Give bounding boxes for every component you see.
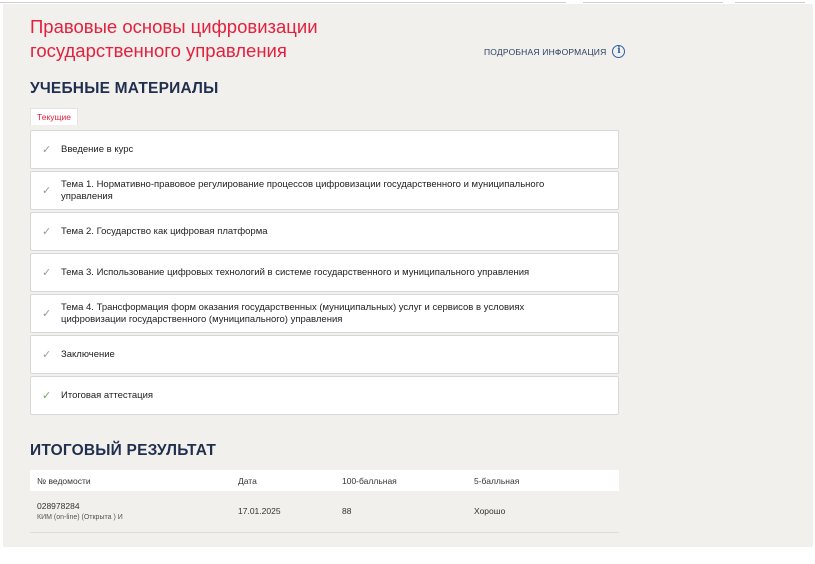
more-info-label: ПОДРОБНАЯ ИНФОРМАЦИЯ <box>484 46 607 57</box>
top-field-right <box>735 0 805 3</box>
doc-number-cell: 028978284 КИМ (on-line) (Открыта ) И <box>30 491 231 533</box>
check-icon: ✓ <box>42 226 52 238</box>
material-item-label: Тема 2. Государство как цифровая платфор… <box>61 225 268 237</box>
material-item-topic-1[interactable]: ✓ Тема 1. Нормативно-правовое регулирова… <box>30 171 619 210</box>
top-field-left <box>0 0 566 3</box>
material-item-label: Введение в курс <box>61 143 134 155</box>
material-item-conclusion[interactable]: ✓ Заключение <box>30 335 619 374</box>
top-field-middle <box>583 0 723 3</box>
material-item-label: Тема 1. Нормативно-правовое регулировани… <box>61 178 545 202</box>
course-page: Правовые основы цифровизации государстве… <box>3 4 813 547</box>
tab-current[interactable]: Текущие <box>30 108 78 125</box>
materials-list: ✓ Введение в курс ✓ Тема 1. Нормативно-п… <box>30 130 619 417</box>
doc-subtitle: КИМ (on-line) (Открыта ) И <box>37 514 123 522</box>
score5-cell: Хорошо <box>467 491 619 533</box>
more-info-link[interactable]: ПОДРОБНАЯ ИНФОРМАЦИЯ i <box>484 45 626 58</box>
check-icon: ✓ <box>42 390 52 402</box>
materials-heading: УЧЕБНЫЕ МАТЕРИАЛЫ <box>30 80 219 97</box>
info-circle-icon[interactable]: i <box>612 45 626 58</box>
material-item-label: Тема 4. Трансформация форм оказания госу… <box>61 301 525 325</box>
table-row: 028978284 КИМ (on-line) (Открыта ) И 17.… <box>30 491 619 533</box>
score100-cell: 88 <box>335 491 467 533</box>
check-icon: ✓ <box>42 267 52 279</box>
column-header: Дата <box>231 470 335 491</box>
doc-number: 028978284 <box>37 501 80 512</box>
result-table: № ведомости Дата 100-балльная 5-балльная… <box>30 470 619 533</box>
material-item-topic-3[interactable]: ✓ Тема 3. Использование цифровых техноло… <box>30 253 619 292</box>
column-header: № ведомости <box>30 470 231 491</box>
column-header: 5-балльная <box>467 470 619 491</box>
check-icon: ✓ <box>42 185 52 197</box>
material-item-label: Тема 3. Использование цифровых технологи… <box>61 266 530 278</box>
material-item-topic-4[interactable]: ✓ Тема 4. Трансформация форм оказания го… <box>30 294 619 333</box>
material-item-final-exam[interactable]: ✓ Итоговая аттестация <box>30 376 619 415</box>
material-item-label: Заключение <box>61 348 115 360</box>
material-item-label: Итоговая аттестация <box>61 389 154 401</box>
result-heading: ИТОГОВЫЙ РЕЗУЛЬТАТ <box>30 442 217 459</box>
check-icon: ✓ <box>42 308 52 320</box>
material-item-intro[interactable]: ✓ Введение в курс <box>30 130 619 169</box>
check-icon: ✓ <box>42 349 52 361</box>
course-title: Правовые основы цифровизации государстве… <box>30 16 318 61</box>
date-cell: 17.01.2025 <box>231 491 335 533</box>
column-header: 100-балльная <box>335 470 467 491</box>
check-icon: ✓ <box>42 144 52 156</box>
table-header-row: № ведомости Дата 100-балльная 5-балльная <box>30 470 619 491</box>
material-item-topic-2[interactable]: ✓ Тема 2. Государство как цифровая платф… <box>30 212 619 251</box>
